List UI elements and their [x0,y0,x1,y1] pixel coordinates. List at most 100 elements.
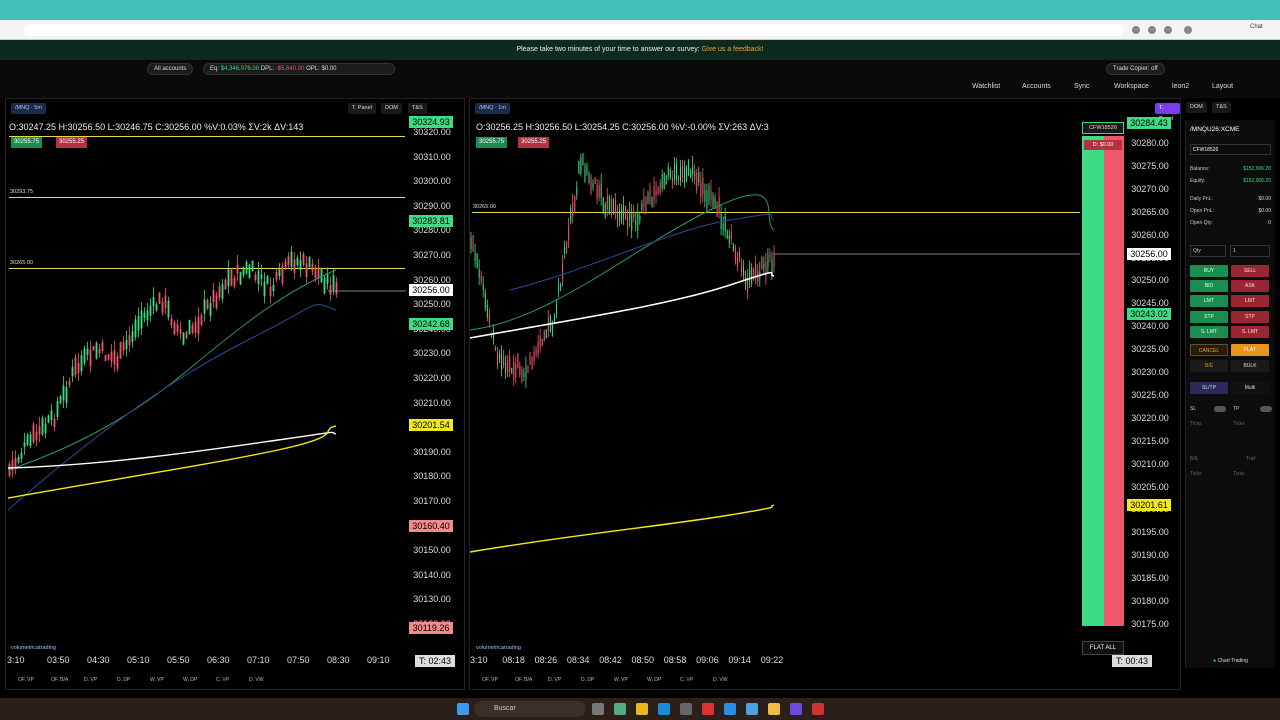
zoom-icon[interactable] [1132,26,1140,34]
mail-icon[interactable] [746,703,758,715]
overlay-toggle[interactable]: D. VP [84,677,97,683]
multi-tab[interactable]: Multi [1231,382,1269,394]
overlay-toggle[interactable]: W. VP [150,677,164,683]
qty-type-select[interactable]: Qty [1190,245,1226,257]
address-bar[interactable] [24,24,1124,36]
left-candles[interactable] [8,120,406,660]
overlay-toggle[interactable]: D. VW [249,677,263,683]
sell-button[interactable]: SELL [1231,265,1269,277]
candle-body [633,210,635,218]
candle-body [314,269,317,279]
candle-body [647,192,649,204]
ask-button[interactable]: ASK [1231,280,1269,292]
workspace-button[interactable]: Workspace [1114,83,1149,90]
candle-body [580,157,582,174]
account-select[interactable]: CFW18526 [1190,144,1271,155]
right-dom-tab[interactable]: DOM [1186,102,1207,113]
overlay-toggle[interactable]: W. VP [614,677,628,683]
feedback-link[interactable]: Give us a feedback! [702,46,764,53]
break-even-button[interactable]: B/E [1190,360,1228,372]
buy-button[interactable]: BUY [1190,265,1228,277]
sell-stp-button[interactable]: STP [1231,311,1269,323]
right-candles[interactable] [470,120,1080,660]
buy-slmt-button[interactable]: S. LMT [1190,326,1228,338]
tp-toggle[interactable] [1260,406,1272,412]
sl-toggle[interactable] [1214,406,1226,412]
overlay-toggle[interactable]: D. DP [581,677,594,683]
candle-body [558,286,560,291]
edge-icon[interactable] [658,703,670,715]
store-icon[interactable] [680,703,692,715]
overlay-toggle[interactable]: D. VP [548,677,561,683]
overlay-toggle[interactable]: W. DP [647,677,661,683]
flat-button[interactable]: FLAT [1231,344,1269,356]
candle-body [311,263,314,272]
candle-body [523,372,525,378]
chrome-icon[interactable] [768,703,780,715]
overlay-toggle[interactable]: OF. B/A [515,677,532,683]
left-symbol-tab[interactable]: /MNQ · 5m [11,103,46,114]
qty-input[interactable]: 1 [1230,245,1270,257]
candle-body [26,434,29,446]
star-icon[interactable] [1148,26,1156,34]
help-icon[interactable] [724,703,736,715]
file-explorer-icon[interactable] [636,703,648,715]
candle-body [621,207,623,222]
candle-body [678,175,679,185]
time-tick-label: 08:58 [663,655,687,665]
profile-icon[interactable] [1184,26,1192,34]
left-dom-tab[interactable]: DOM [381,103,402,114]
extension-icon[interactable] [1164,26,1172,34]
discord-icon[interactable] [790,703,802,715]
candle-body [657,187,659,194]
overlay-toggle[interactable]: OF. VP [18,677,34,683]
candle-body [519,365,521,375]
candle-body [710,189,712,200]
task-view-icon[interactable] [592,703,604,715]
overlay-toggle[interactable]: C. VP [216,677,229,683]
right-tpanel-tab[interactable]: T. Panel [1155,103,1180,122]
candle-body [690,170,692,177]
watchlist-button[interactable]: Watchlist [972,83,1000,90]
candle-body [251,260,254,272]
overlay-toggle[interactable]: D. DP [117,677,130,683]
overlay-toggle[interactable]: D. VW [713,677,727,683]
flat-all-button[interactable]: FLAT ALL [1082,641,1124,655]
sell-lmt-button[interactable]: LMT [1231,295,1269,307]
overlay-toggle[interactable]: W. DP [183,677,197,683]
chat-label[interactable]: Chat [1250,24,1263,30]
overlay-toggle[interactable]: C. VP [680,677,693,683]
trade-copier-toggle[interactable]: Trade Copier: off [1106,63,1165,75]
bid-button[interactable]: BID [1190,280,1228,292]
opera-icon[interactable] [812,703,824,715]
candle-body [507,359,509,374]
all-accounts-select[interactable]: All accounts [147,63,194,75]
app-icon-red[interactable] [702,703,714,715]
right-symbol-tab[interactable]: /MNQ · 1m [475,103,510,114]
taskbar-search[interactable]: Buscar [474,701,586,717]
accounts-button[interactable]: Accounts [1022,83,1051,90]
equity-value: $152,906.20 [1243,178,1271,184]
sltp-tab[interactable]: SL/TP [1190,382,1228,394]
workspace-toolbar: Watchlist Accounts Sync Workspace leon2 … [0,78,1280,98]
right-tag-t2: 30243.02 [1127,308,1171,320]
candle-body [188,319,191,335]
buy-stp-button[interactable]: STP [1190,311,1228,323]
right-ts-tab[interactable]: T&S [1212,102,1231,113]
buy-lmt-button[interactable]: LMT [1190,295,1228,307]
candle-body [41,417,44,435]
layout-button[interactable]: Layout [1212,83,1233,90]
chart-trading-toggle[interactable]: ● Chart Trading [1190,658,1271,664]
sync-button[interactable]: Sync [1074,83,1090,90]
sell-slmt-button[interactable]: S. LMT [1231,326,1269,338]
overlay-toggle[interactable]: OF. B/A [51,677,68,683]
candle-body [673,163,675,180]
left-tpanel-tab[interactable]: T. Panel [348,103,376,114]
widgets-icon[interactable] [614,703,626,715]
windows-start-icon[interactable] [457,703,469,715]
left-ts-tab[interactable]: T&S [408,103,427,114]
overlay-toggle[interactable]: OF. VP [482,677,498,683]
cancel-button[interactable]: CANCEL [1190,344,1228,356]
bulk-button[interactable]: BULK [1231,360,1269,372]
user-menu[interactable]: leon2 [1172,83,1189,90]
